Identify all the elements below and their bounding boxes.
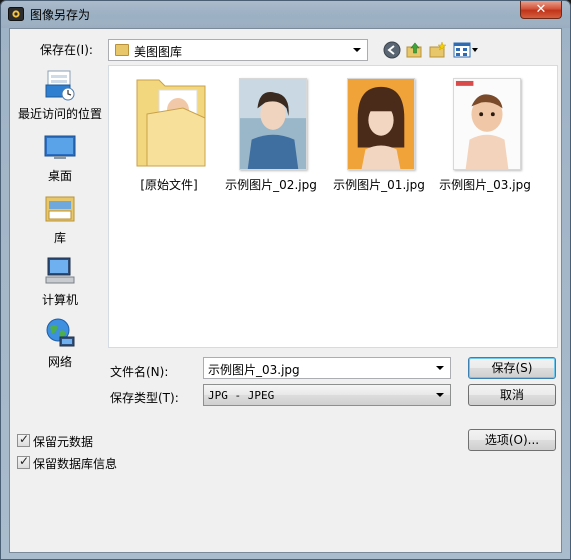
image-thumbnail <box>453 78 521 170</box>
place-desktop[interactable]: 桌面 <box>12 131 108 187</box>
window-title: 图像另存为 <box>30 8 91 22</box>
title-bar[interactable]: 图像另存为 ✕ <box>1 1 570 28</box>
place-label: 库 <box>53 231 66 245</box>
back-icon[interactable] <box>383 41 401 59</box>
save-in-value: 美图图库 <box>134 45 183 59</box>
save-image-dialog: 图像另存为 ✕ 保存在(I): 美图图库 最近访问的位置 桌面 库 计算机 网络… <box>0 0 571 560</box>
place-label: 最近访问的位置 <box>17 107 102 121</box>
file-name: 示例图片_02.jpg <box>225 178 317 192</box>
keep-db-info-option[interactable]: 保留数据库信息 <box>17 454 157 471</box>
save-in-label: 保存在(I): <box>40 43 93 57</box>
chevron-down-icon[interactable] <box>436 366 444 370</box>
desktop-icon <box>44 135 76 159</box>
keep-db-info-checkbox[interactable] <box>17 454 30 469</box>
filetype-value: JPG - JPEG <box>208 389 275 402</box>
folder-icon <box>136 79 206 167</box>
file-name: 示例图片_01.jpg <box>333 178 425 192</box>
filename-label: 文件名(N): <box>110 365 169 379</box>
list-item[interactable]: [原始文件] <box>119 70 219 192</box>
image-thumbnail <box>347 78 415 170</box>
list-item[interactable]: 示例图片_02.jpg <box>221 70 321 192</box>
up-folder-icon[interactable] <box>406 41 424 59</box>
view-menu-button[interactable] <box>453 41 479 59</box>
list-item[interactable]: 示例图片_03.jpg <box>435 70 535 192</box>
close-button[interactable]: ✕ <box>520 1 562 19</box>
folder-icon <box>115 44 129 56</box>
place-network[interactable]: 网络 <box>12 317 108 373</box>
network-icon <box>46 318 75 347</box>
view-grid-icon <box>453 42 471 58</box>
filetype-select[interactable]: JPG - JPEG <box>203 384 451 406</box>
place-label: 计算机 <box>41 293 78 307</box>
file-name: [原始文件] <box>140 178 198 192</box>
cancel-button[interactable]: 取消 <box>468 384 556 406</box>
recent-places-icon <box>45 70 75 101</box>
options-button[interactable]: 选项(O)... <box>468 429 556 451</box>
keep-metadata-label: 保留元数据 <box>33 435 94 449</box>
filetype-label: 保存类型(T): <box>110 391 179 405</box>
keep-metadata-option[interactable]: 保留元数据 <box>17 432 137 449</box>
list-item[interactable]: 示例图片_01.jpg <box>329 70 429 192</box>
place-label: 网络 <box>47 355 72 369</box>
chevron-down-icon <box>353 48 361 52</box>
place-recent[interactable]: 最近访问的位置 <box>12 69 108 125</box>
place-computer[interactable]: 计算机 <box>12 255 108 311</box>
dialog-body: 保存在(I): 美图图库 最近访问的位置 桌面 库 计算机 网络 [原始文件] … <box>9 28 562 553</box>
filename-input[interactable]: 示例图片_03.jpg <box>208 361 300 378</box>
close-icon: ✕ <box>535 2 547 17</box>
place-label: 桌面 <box>47 169 72 183</box>
file-list[interactable]: [原始文件] 示例图片_02.jpg 示例图片_01.jpg 示例图片_03.j… <box>108 65 558 348</box>
place-libraries[interactable]: 库 <box>12 193 108 249</box>
image-app-icon <box>8 7 24 21</box>
chevron-down-icon <box>436 393 444 397</box>
save-in-combo[interactable]: 美图图库 <box>108 39 368 61</box>
chevron-down-icon <box>472 48 478 52</box>
file-name: 示例图片_03.jpg <box>439 178 531 192</box>
keep-metadata-checkbox[interactable] <box>17 432 30 447</box>
libraries-icon <box>45 196 75 222</box>
keep-db-info-label: 保留数据库信息 <box>33 457 118 471</box>
image-thumbnail <box>239 78 307 170</box>
save-button[interactable]: 保存(S) <box>468 357 556 379</box>
new-folder-icon[interactable] <box>429 41 447 59</box>
filename-combo[interactable]: 示例图片_03.jpg <box>203 357 451 379</box>
computer-icon <box>45 257 75 284</box>
